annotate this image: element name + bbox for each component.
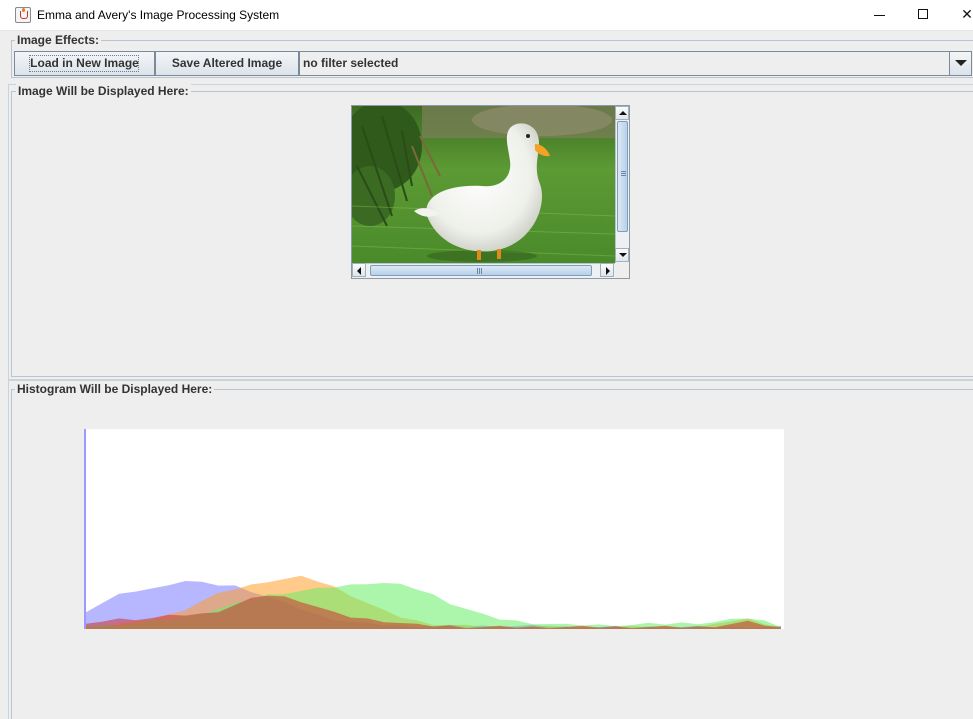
duck-image [352, 106, 615, 263]
title-bar[interactable]: Emma and Avery's Image Processing System… [0, 0, 973, 31]
focus-ring [29, 55, 139, 72]
displayed-image [352, 106, 615, 263]
filter-select-value: no filter selected [303, 56, 399, 70]
scroll-left-arrow-icon[interactable] [352, 263, 366, 277]
vertical-scroll-thumb[interactable] [617, 121, 628, 232]
close-button[interactable]: ✕ [944, 0, 973, 31]
save-image-label: Save Altered Image [171, 56, 283, 70]
scroll-up-arrow-icon[interactable] [615, 106, 629, 120]
horizontal-scroll-thumb[interactable] [370, 265, 592, 276]
save-image-button[interactable]: Save Altered Image [155, 51, 299, 76]
minimize-button[interactable] [856, 0, 902, 31]
vertical-scrollbar[interactable] [615, 106, 629, 263]
image-scroll-pane[interactable] [351, 105, 630, 279]
maximize-button[interactable] [900, 0, 946, 31]
histogram-section-title: Histogram Will be Displayed Here: [15, 382, 215, 396]
scroll-down-arrow-icon[interactable] [615, 248, 629, 262]
effects-section-title: Image Effects: [15, 33, 102, 47]
filter-select[interactable]: no filter selected [299, 51, 972, 76]
app-window: Emma and Avery's Image Processing System… [0, 0, 973, 719]
load-image-button[interactable]: Load in New Image [14, 51, 155, 76]
horizontal-scrollbar[interactable] [352, 263, 615, 278]
image-section-title: Image Will be Displayed Here: [16, 84, 191, 98]
minimize-icon [874, 15, 885, 16]
grip-icon [621, 171, 626, 176]
window-title: Emma and Avery's Image Processing System [37, 8, 280, 22]
java-cup-icon [15, 7, 31, 23]
grip-icon [477, 268, 482, 274]
chevron-down-icon[interactable] [949, 52, 971, 75]
scroll-right-arrow-icon[interactable] [600, 263, 614, 277]
close-icon: ✕ [961, 7, 973, 23]
maximize-icon [918, 9, 928, 19]
scroll-corner [615, 263, 629, 278]
histogram-chart [84, 429, 784, 629]
